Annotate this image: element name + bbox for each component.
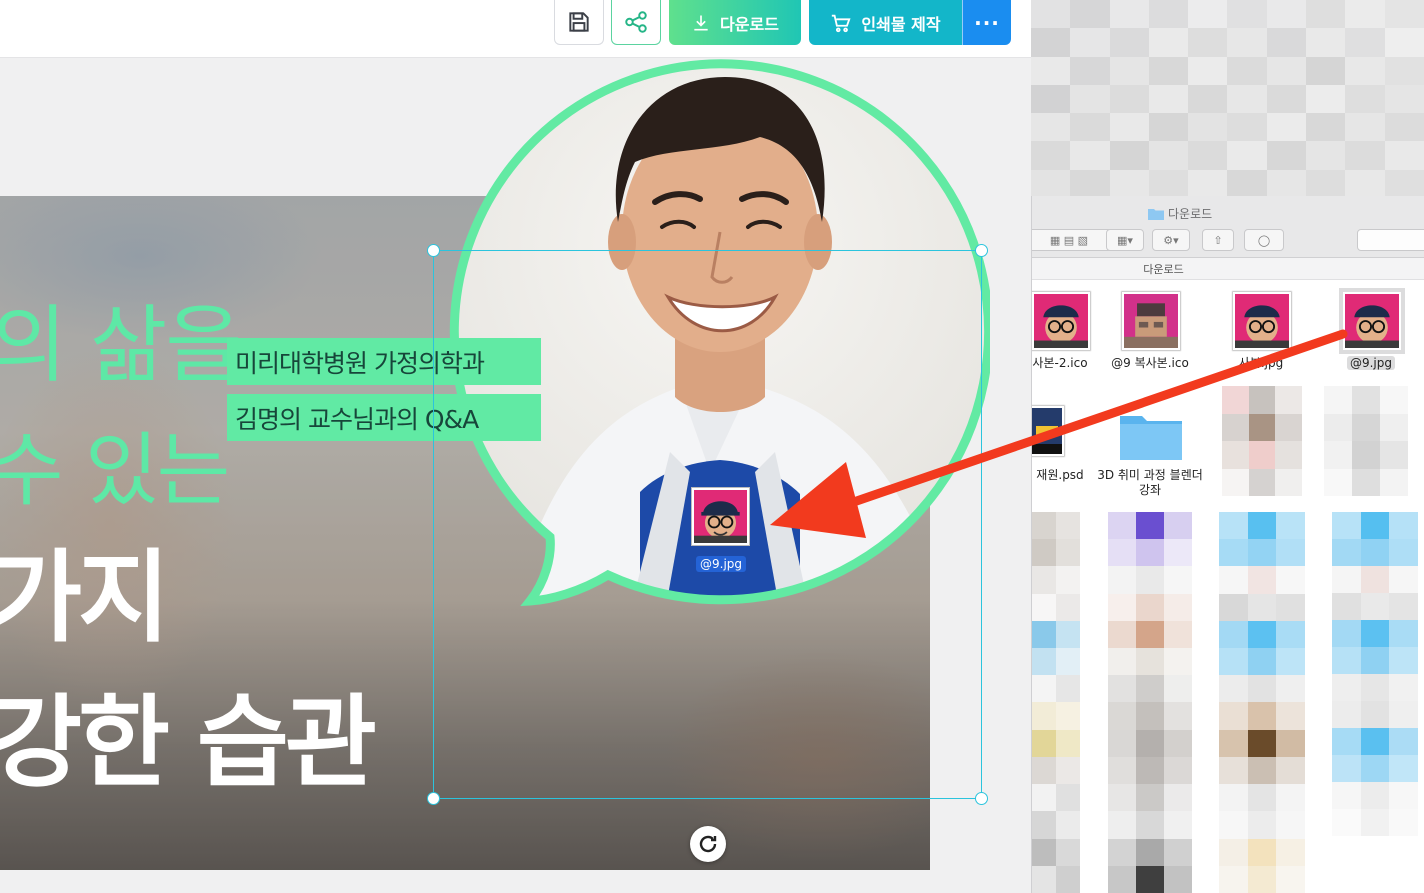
tag-button[interactable]: ◯ (1244, 229, 1284, 251)
dragged-file-thumbnail[interactable] (692, 488, 749, 545)
tag-icon: ◯ (1257, 233, 1271, 247)
file-thumbnail (1343, 292, 1401, 350)
file-thumbnail (1032, 292, 1090, 350)
action-button[interactable]: ⚙▾ (1152, 229, 1190, 251)
blurred-thumbnail (1032, 512, 1080, 893)
headline-line-3[interactable]: 가지 (0, 516, 170, 661)
avatar-icon (694, 490, 747, 543)
resize-handle-top-left[interactable] (427, 244, 440, 257)
psd-file-icon (1032, 408, 1062, 454)
arrange-button[interactable]: ▦▾ (1106, 229, 1144, 251)
share-button[interactable] (611, 0, 661, 45)
file-item[interactable]: 3D 취미 과정 블렌더 강좌 (1094, 406, 1206, 510)
folder-icon (1148, 209, 1164, 220)
finder-window: 다운로드 ▦ ▤ ▧ ▦▾ ⚙▾ ⇧ ◯ 다운로드 사본-2.ico @9 복사… (1031, 196, 1424, 893)
gear-icon: ⚙▾ (1163, 233, 1179, 247)
resize-handle-bottom-left[interactable] (427, 792, 440, 805)
rotate-handle[interactable] (690, 826, 726, 862)
blurred-thumbnail (1332, 512, 1418, 836)
blurred-desktop-area (1031, 0, 1424, 198)
blurred-thumbnail (1324, 386, 1408, 496)
file-item[interactable]: 사본.jpg (1205, 292, 1317, 396)
editor-window: 다운로드 인쇄물 제작 ··· 의 삶을 수 있는 가지 강한 습관 미리대학병… (0, 0, 1031, 893)
file-item-selected[interactable]: @9.jpg (1315, 292, 1424, 396)
headline-line-2[interactable]: 수 있는 (0, 406, 230, 522)
file-thumbnail (1233, 292, 1291, 350)
cart-icon (832, 14, 851, 32)
finder-title: 다운로드 (1148, 205, 1212, 222)
finder-search-input[interactable] (1357, 229, 1424, 251)
print-order-button-label: 인쇄물 제작 (861, 14, 941, 34)
view-mode-buttons[interactable]: ▦ ▤ ▧ (1032, 229, 1112, 251)
file-thumbnail (1122, 292, 1180, 350)
avatar-icon (1345, 294, 1399, 348)
blurred-thumbnail (1219, 512, 1305, 893)
file-label: 3D 취미 과정 블렌더 강좌 (1097, 468, 1203, 497)
avatar-icon (1235, 294, 1289, 348)
avatar-icon (1034, 294, 1088, 348)
file-label: 사본.jpg (1238, 356, 1284, 370)
download-button[interactable]: 다운로드 (669, 0, 801, 45)
download-button-label: 다운로드 (720, 14, 779, 34)
file-thumbnail (1032, 406, 1064, 456)
finder-path-bar: 다운로드 (1032, 258, 1424, 280)
pixel-avatar-icon (1124, 294, 1178, 348)
resize-handle-top-right[interactable] (975, 244, 988, 257)
headline-line-1[interactable]: 의 삶을 (0, 278, 243, 399)
file-label: @9.jpg (1315, 356, 1424, 371)
download-icon (694, 15, 708, 30)
more-icon: ··· (974, 10, 1000, 35)
share-icon (625, 11, 647, 33)
save-button[interactable] (554, 0, 604, 45)
view-columns-icon: ▦ ▤ ▧ (1049, 233, 1089, 247)
grid-icon: ▦▾ (1117, 233, 1133, 247)
blurred-thumbnail (1108, 512, 1192, 893)
resize-handle-bottom-right[interactable] (975, 792, 988, 805)
folder-icon (1120, 416, 1182, 460)
dragged-file-label: @9.jpg (696, 556, 747, 572)
share-sheet-button[interactable]: ⇧ (1202, 229, 1234, 251)
share-sheet-icon: ⇧ (1213, 233, 1223, 247)
save-icon (569, 12, 589, 32)
finder-titlebar: 다운로드 ▦ ▤ ▧ ▦▾ ⚙▾ ⇧ ◯ (1032, 196, 1424, 258)
headline-line-4[interactable]: 강한 습관 (0, 661, 377, 806)
file-label: @9 복사본.ico (1111, 356, 1189, 370)
more-options-button[interactable]: ··· (962, 0, 1011, 45)
blurred-thumbnail (1222, 386, 1302, 496)
file-item[interactable]: @9 복사본.ico (1094, 292, 1206, 396)
editor-top-toolbar: 다운로드 인쇄물 제작 ··· (0, 0, 1031, 58)
rotate-icon (699, 835, 717, 853)
print-order-button[interactable]: 인쇄물 제작 (809, 0, 962, 45)
